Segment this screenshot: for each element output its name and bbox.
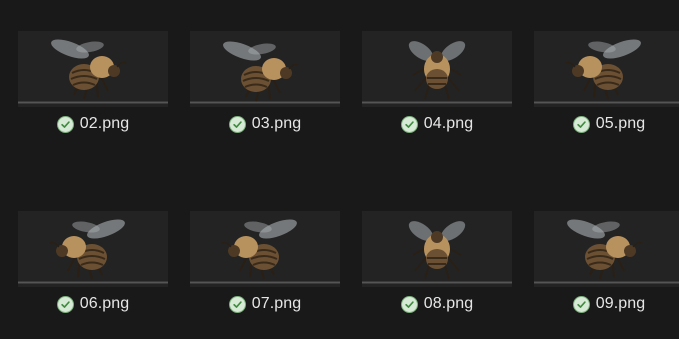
file-thumbnail[interactable] bbox=[362, 31, 512, 107]
file-tile[interactable]: 03.png bbox=[190, 31, 340, 161]
bee-image bbox=[362, 41, 512, 104]
file-name: 05.png bbox=[595, 115, 646, 132]
file-grid: 02.png 03.png 04.png 05.png 06.png 07.png 08.p… bbox=[0, 0, 679, 339]
file-thumbnail[interactable] bbox=[18, 31, 168, 107]
file-thumbnail[interactable] bbox=[534, 211, 679, 287]
bee-image bbox=[190, 41, 340, 104]
bee-image bbox=[362, 221, 512, 284]
file-caption[interactable]: 03.png bbox=[190, 113, 340, 135]
file-name: 03.png bbox=[251, 115, 302, 132]
file-name: 04.png bbox=[423, 115, 474, 132]
file-name: 08.png bbox=[423, 295, 474, 312]
file-tile[interactable]: 02.png bbox=[18, 31, 168, 161]
bee-image bbox=[18, 219, 168, 284]
bee-image bbox=[190, 219, 340, 284]
bee-image bbox=[18, 39, 168, 104]
file-name: 06.png bbox=[79, 295, 130, 312]
check-circle-icon bbox=[400, 295, 418, 313]
file-tile[interactable]: 08.png bbox=[362, 211, 512, 339]
file-thumbnail[interactable] bbox=[190, 31, 340, 107]
file-name: 09.png bbox=[595, 295, 646, 312]
check-circle-icon bbox=[228, 115, 246, 133]
check-circle-icon bbox=[56, 295, 74, 313]
file-caption[interactable]: 08.png bbox=[362, 293, 512, 315]
file-thumbnail[interactable] bbox=[18, 211, 168, 287]
file-tile[interactable]: 09.png bbox=[534, 211, 679, 339]
file-name: 07.png bbox=[251, 295, 302, 312]
bee-image bbox=[534, 39, 679, 104]
file-caption[interactable]: 04.png bbox=[362, 113, 512, 135]
check-circle-icon bbox=[400, 115, 418, 133]
file-caption[interactable]: 06.png bbox=[18, 293, 168, 315]
file-caption[interactable]: 07.png bbox=[190, 293, 340, 315]
bee-image bbox=[534, 219, 679, 284]
file-caption[interactable]: 09.png bbox=[534, 293, 679, 315]
file-caption[interactable]: 05.png bbox=[534, 113, 679, 135]
file-thumbnail[interactable] bbox=[190, 211, 340, 287]
file-caption[interactable]: 02.png bbox=[18, 113, 168, 135]
file-thumbnail[interactable] bbox=[362, 211, 512, 287]
file-tile[interactable]: 06.png bbox=[18, 211, 168, 339]
check-circle-icon bbox=[228, 295, 246, 313]
file-tile[interactable]: 04.png bbox=[362, 31, 512, 161]
file-thumbnail[interactable] bbox=[534, 31, 679, 107]
check-circle-icon bbox=[572, 295, 590, 313]
file-name: 02.png bbox=[79, 115, 130, 132]
check-circle-icon bbox=[56, 115, 74, 133]
check-circle-icon bbox=[572, 115, 590, 133]
file-tile[interactable]: 05.png bbox=[534, 31, 679, 161]
file-tile[interactable]: 07.png bbox=[190, 211, 340, 339]
